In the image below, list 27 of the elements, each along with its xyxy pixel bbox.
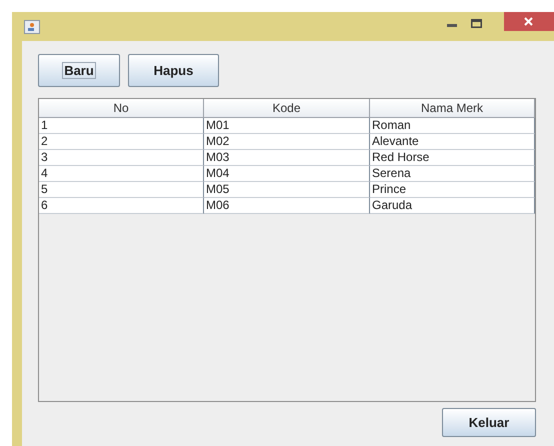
- table-cell: M02: [204, 134, 370, 150]
- minimize-icon[interactable]: [447, 24, 457, 28]
- table-cell: M01: [204, 118, 370, 134]
- table-cell: Red Horse: [370, 150, 535, 166]
- toolbar-button[interactable]: Hapus: [128, 54, 219, 87]
- toolbar-button[interactable]: Baru: [38, 54, 120, 87]
- table-cell: 1: [39, 118, 204, 134]
- table-cell: 4: [39, 166, 204, 182]
- table-cell: Garuda: [370, 198, 535, 214]
- table-cell: 5: [39, 182, 204, 198]
- close-button[interactable]: [504, 12, 554, 31]
- table-cell: M06: [204, 198, 370, 214]
- exit-button[interactable]: Keluar: [442, 408, 536, 437]
- table-cell: 2: [39, 134, 204, 150]
- column-header[interactable]: No: [39, 99, 204, 118]
- maximize-icon[interactable]: [471, 19, 482, 28]
- table-cell: Roman: [370, 118, 535, 134]
- table-cell: Alevante: [370, 134, 535, 150]
- table-cell: M03: [204, 150, 370, 166]
- table-cell: Prince: [370, 182, 535, 198]
- column-header[interactable]: Kode: [204, 99, 370, 118]
- column-header[interactable]: Nama Merk: [370, 99, 535, 118]
- table-cell: M05: [204, 182, 370, 198]
- table-cell: M04: [204, 166, 370, 182]
- table-cell: 3: [39, 150, 204, 166]
- table-cell: Serena: [370, 166, 535, 182]
- table-cell: 6: [39, 198, 204, 214]
